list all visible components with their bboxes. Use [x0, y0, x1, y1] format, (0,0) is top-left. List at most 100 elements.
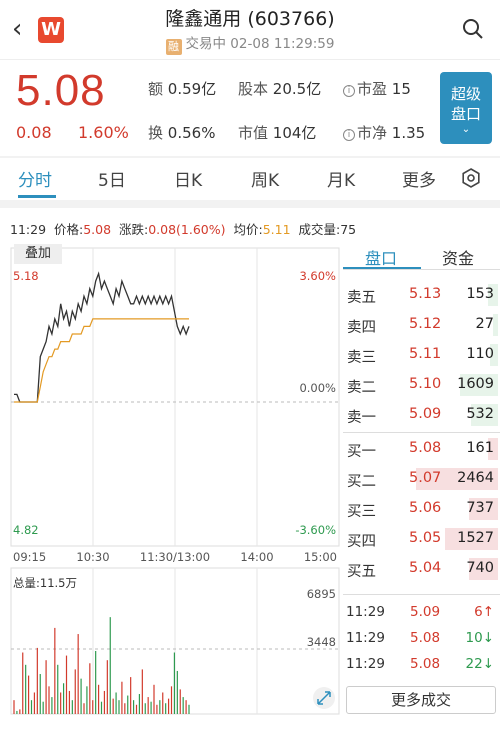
trade-price: 5.09: [410, 604, 441, 620]
info-icon: i: [343, 129, 355, 141]
super-button-line2: 盘口: [450, 105, 481, 123]
trade-volume: 10↓: [465, 630, 495, 646]
pct-min-label: -3.60%: [295, 523, 336, 537]
overlay-button[interactable]: 叠加: [14, 244, 62, 264]
tab-5day[interactable]: 5日: [98, 166, 126, 191]
volume-mid-label: 3448: [307, 635, 336, 649]
stat-turnover: 换 0.56%: [148, 124, 216, 142]
gear-icon[interactable]: [461, 168, 481, 188]
price-line: [14, 271, 190, 403]
tab-weekly-k[interactable]: 周K: [251, 166, 279, 191]
more-trades-button[interactable]: 更多成交: [346, 686, 496, 714]
level-label: 买二: [347, 474, 376, 490]
trade-direction-icon: ↑: [482, 604, 494, 620]
last-price: 5.08: [16, 66, 106, 115]
ask-level-row[interactable]: 卖四 5.12 27: [343, 310, 500, 340]
chevron-down-icon: ⌄: [461, 124, 471, 135]
volume-total-label: 总量:11.5万: [13, 576, 77, 590]
tab-intraday[interactable]: 分时: [18, 166, 52, 191]
super-orderbook-button[interactable]: 超级 盘口 ⌄: [440, 72, 492, 144]
bid-levels: 买一 5.08 161 买二 5.07 2464 买三 5.06 737 买四 5.05 1527 买五…: [343, 434, 500, 584]
y-max-label: 5.18: [13, 269, 39, 283]
period-tabs: 分时 5日 日K 周K 月K 更多: [0, 158, 500, 200]
right-tab-indicator: [343, 267, 421, 269]
info-time: 11:29: [10, 222, 47, 237]
trade-status: 融交易中 02-08 11:29:59: [0, 32, 500, 55]
level-volume: 153: [466, 286, 494, 302]
level-volume: 110: [466, 346, 494, 362]
level-label: 买一: [347, 444, 376, 460]
level-price: 5.08: [409, 440, 442, 456]
price-change-pct: 1.60%: [78, 123, 129, 142]
level-price: 5.07: [409, 470, 442, 486]
expand-icon[interactable]: [313, 687, 335, 709]
level-volume: 737: [466, 500, 494, 516]
tab-more[interactable]: 更多: [402, 166, 436, 191]
level-price: 5.11: [409, 346, 442, 362]
stat-pb[interactable]: i 市净 1.35: [343, 122, 425, 143]
bid-level-row[interactable]: 买五 5.04 740: [343, 554, 500, 584]
level-price: 5.13: [409, 286, 442, 302]
crosshair-info-bar: 11:29 价格:5.08 涨跌:0.08(1.60%) 均价:5.11 成交量…: [10, 219, 356, 238]
tab-capital[interactable]: 资金: [442, 245, 474, 269]
level-price: 5.05: [409, 530, 442, 546]
bid-level-row[interactable]: 买三 5.06 737: [343, 494, 500, 524]
ask-level-row[interactable]: 卖三 5.11 110: [343, 340, 500, 370]
stat-shares: 股本 20.5亿: [238, 80, 322, 98]
info-price-label: 价格:: [53, 222, 84, 237]
tab-monthly-k[interactable]: 月K: [327, 166, 355, 191]
trade-time: 11:29: [346, 604, 385, 620]
trade-direction-icon: ↓: [482, 656, 494, 672]
x-tick-label: 09:15: [13, 550, 46, 564]
price-change: 0.08: [16, 123, 52, 142]
stat-pe[interactable]: i 市盈 15: [343, 78, 411, 99]
info-change-label: 涨跌:: [119, 222, 149, 237]
level-label: 卖五: [347, 290, 376, 306]
trade-time: 11:29: [346, 656, 385, 672]
info-change: 0.08(1.60%): [148, 222, 226, 237]
trade-ticks: 11:29 5.09 6↑ 11:29 5.08 10↓ 11:29 5.08 22↓: [343, 600, 500, 678]
level-label: 卖一: [347, 410, 376, 426]
trade-price: 5.08: [410, 630, 441, 646]
info-avg: 5.11: [262, 222, 291, 237]
stat-market-cap: 市值 104亿: [238, 124, 317, 142]
active-tab-indicator: [18, 195, 56, 198]
ask-level-row[interactable]: 卖一 5.09 532: [343, 400, 500, 430]
search-icon[interactable]: [462, 18, 484, 40]
ask-levels: 卖五 5.13 153 卖四 5.12 27 卖三 5.11 110 卖二 5.10 1609 卖一 5.…: [343, 280, 500, 430]
stock-title: 隆鑫通用 (603766): [165, 8, 335, 30]
info-volume: 75: [340, 222, 357, 237]
pct-mid-label: 0.00%: [299, 381, 336, 395]
tab-orderbook[interactable]: 盘口: [365, 245, 397, 269]
trade-status-text: 交易中 02-08 11:29:59: [185, 36, 335, 52]
trade-time: 11:29: [346, 630, 385, 646]
book-divider: [343, 432, 500, 433]
level-volume: 27: [475, 316, 494, 332]
bid-level-row[interactable]: 买一 5.08 161: [343, 434, 500, 464]
trade-row: 11:29 5.08 10↓: [343, 626, 500, 652]
ask-level-row[interactable]: 卖五 5.13 153: [343, 280, 500, 310]
x-tick-label: 10:30: [76, 550, 109, 564]
intraday-chart[interactable]: 5.18 4.82 3.60% 0.00% -3.60% 09:15 10:30 11:30/…: [10, 240, 340, 718]
info-price: 5.08: [83, 222, 112, 237]
y-min-label: 4.82: [13, 523, 39, 537]
level-label: 买五: [347, 564, 376, 580]
info-volume-label: 成交量:: [298, 222, 341, 237]
level-label: 买四: [347, 534, 376, 550]
level-volume: 1609: [457, 376, 494, 392]
right-panel-tabs: 盘口 资金: [343, 242, 500, 270]
ask-level-row[interactable]: 卖二 5.10 1609: [343, 370, 500, 400]
bid-level-row[interactable]: 买四 5.05 1527: [343, 524, 500, 554]
volume-max-label: 6895: [307, 587, 336, 601]
trade-row: 11:29 5.09 6↑: [343, 600, 500, 626]
bid-level-row[interactable]: 买二 5.07 2464: [343, 464, 500, 494]
level-volume: 161: [466, 440, 494, 456]
tab-daily-k[interactable]: 日K: [174, 166, 202, 191]
level-label: 卖二: [347, 380, 376, 396]
level-volume: 2464: [457, 470, 494, 486]
level-price: 5.12: [409, 316, 442, 332]
margin-badge: 融: [165, 39, 182, 55]
book-divider: [343, 594, 500, 595]
trade-volume: 22↓: [465, 656, 495, 672]
level-price: 5.04: [409, 560, 442, 576]
